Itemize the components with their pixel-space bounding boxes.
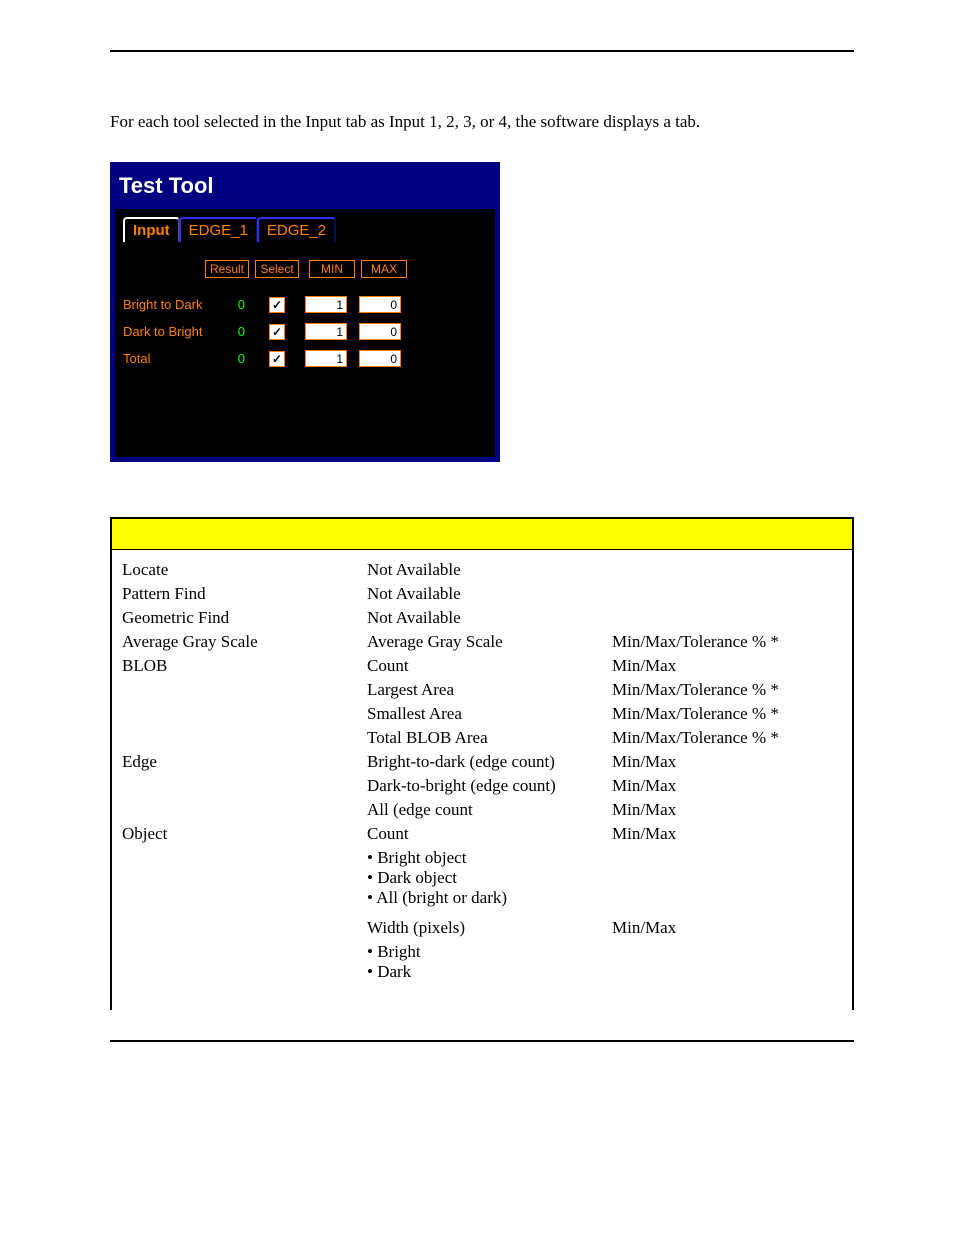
col-option: Average Gray Scale bbox=[367, 632, 612, 652]
table-row: Total BLOB AreaMin/Max/Tolerance % * bbox=[122, 728, 842, 748]
max-input[interactable] bbox=[359, 323, 401, 340]
panel-title: Test Tool bbox=[115, 167, 495, 209]
select-checkbox[interactable]: ✓ bbox=[269, 351, 285, 367]
col-option: Bright-to-dark (edge count) bbox=[367, 752, 612, 772]
col-option: Not Available bbox=[367, 584, 612, 604]
grid-row: Bright to Dark0 ✓ bbox=[123, 296, 489, 313]
bullet-item: Bright object bbox=[367, 848, 612, 868]
bullet-item: Dark bbox=[367, 962, 612, 982]
table-row: All (edge countMin/Max bbox=[122, 800, 842, 820]
max-input[interactable] bbox=[359, 350, 401, 367]
table-row: ObjectCountMin/Max bbox=[122, 824, 842, 844]
grid-row: Dark to Bright0 ✓ bbox=[123, 323, 489, 340]
col-range: Min/Max bbox=[612, 776, 842, 796]
select-checkbox[interactable]: ✓ bbox=[269, 297, 285, 313]
table-row: Average Gray ScaleAverage Gray ScaleMin/… bbox=[122, 632, 842, 652]
table-row: EdgeBright-to-dark (edge count)Min/Max bbox=[122, 752, 842, 772]
table-subrow: Bright objectDark objectAll (bright or d… bbox=[122, 848, 842, 914]
col-option: Smallest Area bbox=[367, 704, 612, 724]
col-range: Min/Max/Tolerance % * bbox=[612, 704, 842, 724]
col-range: Min/Max bbox=[612, 918, 842, 938]
min-input[interactable] bbox=[305, 323, 347, 340]
col-tool: Edge bbox=[122, 752, 367, 772]
table-row: Geometric FindNot Available bbox=[122, 608, 842, 628]
bullet-list: Bright objectDark objectAll (bright or d… bbox=[367, 848, 612, 908]
header-select: Select bbox=[255, 260, 299, 278]
header-max: MAX bbox=[361, 260, 407, 278]
tab-input[interactable]: Input bbox=[123, 217, 180, 242]
bullet-item: Bright bbox=[367, 942, 612, 962]
intro-paragraph: For each tool selected in the Input tab … bbox=[110, 112, 854, 132]
bullet-item: Dark object bbox=[367, 868, 612, 888]
col-range: Min/Max bbox=[612, 800, 842, 820]
header-rule bbox=[110, 50, 854, 52]
table-row: Pattern FindNot Available bbox=[122, 584, 842, 604]
options-table-header bbox=[112, 519, 852, 550]
tab-edge-2[interactable]: EDGE_2 bbox=[257, 217, 336, 242]
grid-row: Total0 ✓ bbox=[123, 350, 489, 367]
table-row: Largest AreaMin/Max/Tolerance % * bbox=[122, 680, 842, 700]
table-row: BLOBCountMin/Max bbox=[122, 656, 842, 676]
table-row: LocateNot Available bbox=[122, 560, 842, 580]
col-tool: BLOB bbox=[122, 656, 367, 676]
footer-rule bbox=[110, 1040, 854, 1042]
bullet-list: BrightDark bbox=[367, 942, 612, 982]
row-result: 0 bbox=[215, 351, 255, 366]
col-tool: Average Gray Scale bbox=[122, 632, 367, 652]
col-tool: Pattern Find bbox=[122, 584, 367, 604]
table-row: Smallest AreaMin/Max/Tolerance % * bbox=[122, 704, 842, 724]
bullet-item: All (bright or dark) bbox=[367, 888, 612, 908]
table-row: Width (pixels)Min/Max bbox=[122, 918, 842, 938]
row-result: 0 bbox=[215, 297, 255, 312]
header-result: Result bbox=[205, 260, 249, 278]
min-input[interactable] bbox=[305, 350, 347, 367]
table-row: Dark-to-bright (edge count)Min/Max bbox=[122, 776, 842, 796]
header-min: MIN bbox=[309, 260, 355, 278]
max-input[interactable] bbox=[359, 296, 401, 313]
row-label: Total bbox=[123, 351, 215, 366]
row-label: Dark to Bright bbox=[123, 324, 215, 339]
options-table: LocateNot AvailablePattern FindNot Avail… bbox=[110, 517, 854, 1010]
col-option: Dark-to-bright (edge count) bbox=[367, 776, 612, 796]
row-label: Bright to Dark bbox=[123, 297, 215, 312]
col-range: Min/Max/Tolerance % * bbox=[612, 728, 842, 748]
col-option: Count bbox=[367, 656, 612, 676]
col-option: All (edge count bbox=[367, 800, 612, 820]
min-input[interactable] bbox=[305, 296, 347, 313]
test-tool-panel: Test Tool Input EDGE_1 EDGE_2 Result Sel… bbox=[110, 162, 500, 462]
col-tool: Geometric Find bbox=[122, 608, 367, 628]
col-option: Not Available bbox=[367, 608, 612, 628]
column-headers: Result Select MIN MAX bbox=[205, 260, 489, 278]
col-range: Min/Max bbox=[612, 752, 842, 772]
col-range: Min/Max bbox=[612, 656, 842, 676]
col-option: Largest Area bbox=[367, 680, 612, 700]
col-option: Not Available bbox=[367, 560, 612, 580]
row-result: 0 bbox=[215, 324, 255, 339]
table-subrow: BrightDark bbox=[122, 942, 842, 988]
col-range: Min/Max bbox=[612, 824, 842, 844]
select-checkbox[interactable]: ✓ bbox=[269, 324, 285, 340]
col-tool: Object bbox=[122, 824, 367, 844]
col-range: Min/Max/Tolerance % * bbox=[612, 632, 842, 652]
col-option: Width (pixels) bbox=[367, 918, 612, 938]
tab-edge-1[interactable]: EDGE_1 bbox=[179, 217, 258, 242]
col-range: Min/Max/Tolerance % * bbox=[612, 680, 842, 700]
col-option: Count bbox=[367, 824, 612, 844]
col-option: Total BLOB Area bbox=[367, 728, 612, 748]
col-tool: Locate bbox=[122, 560, 367, 580]
panel-tabs: Input EDGE_1 EDGE_2 bbox=[123, 217, 489, 242]
